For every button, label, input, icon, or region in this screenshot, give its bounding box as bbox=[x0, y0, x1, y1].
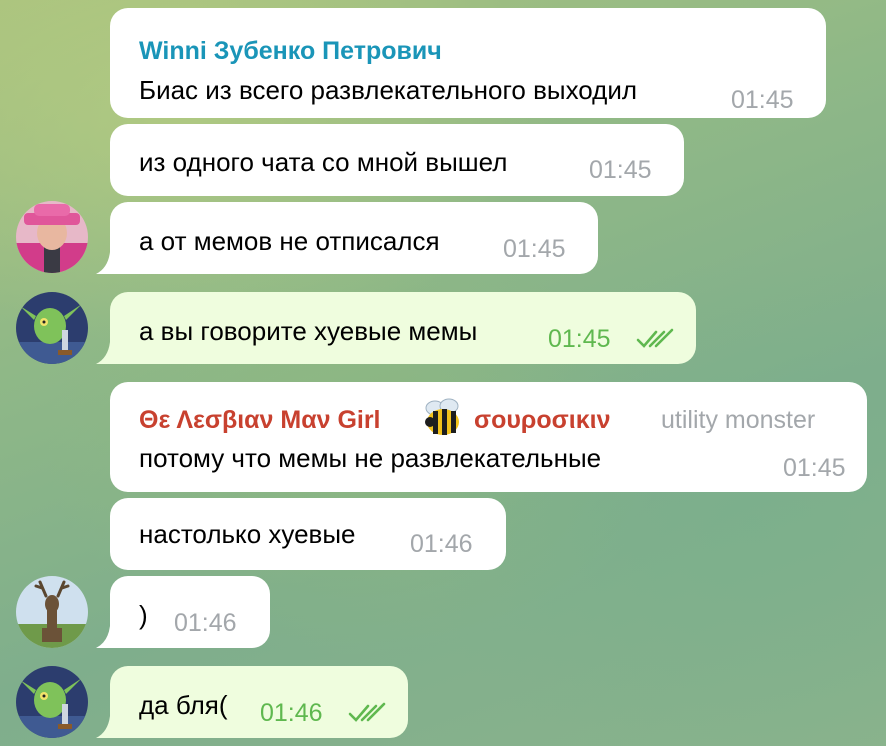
goblin-avatar[interactable] bbox=[16, 666, 88, 738]
double-check-icon bbox=[636, 328, 674, 348]
message-bubble[interactable]: настолько хуевые 01:46 bbox=[110, 498, 506, 570]
pink-hat-icon bbox=[16, 201, 88, 273]
message-bubble[interactable]: ) 01:46 bbox=[110, 576, 270, 648]
message-bubble-outgoing[interactable]: да бля( 01:46 bbox=[110, 666, 408, 738]
pink-hat-avatar[interactable] bbox=[16, 201, 88, 273]
deer-icon bbox=[16, 576, 88, 648]
member-rank: utility monster bbox=[661, 406, 816, 434]
sender-name-part2[interactable]: σουροσικιν bbox=[474, 406, 611, 435]
goblin-icon bbox=[16, 666, 88, 738]
sender-name[interactable]: Winni Зубенко Петрович bbox=[139, 37, 442, 66]
message-time: 01:46 bbox=[174, 609, 237, 637]
message-time: 01:45 bbox=[503, 235, 566, 263]
deer-avatar[interactable] bbox=[16, 576, 88, 648]
bee-emoji-icon bbox=[425, 398, 459, 435]
message-bubble-outgoing[interactable]: а вы говорите хуевые мемы 01:45 bbox=[110, 292, 696, 364]
message-time: 01:46 bbox=[410, 530, 473, 558]
goblin-avatar[interactable] bbox=[16, 292, 88, 364]
message-bubble[interactable]: а от мемов не отписался 01:45 bbox=[110, 202, 598, 274]
message-time: 01:46 bbox=[260, 699, 323, 727]
double-check-icon bbox=[348, 702, 386, 722]
message-text: а вы говорите хуевые мемы bbox=[139, 316, 478, 346]
message-text: настолько хуевые bbox=[139, 519, 356, 549]
message-time: 01:45 bbox=[783, 454, 846, 482]
message-time: 01:45 bbox=[548, 325, 611, 353]
message-text: ) bbox=[139, 600, 148, 630]
message-bubble[interactable]: Winni Зубенко Петрович Биас из всего раз… bbox=[110, 8, 826, 118]
message-bubble[interactable]: из одного чата со мной вышел 01:45 bbox=[110, 124, 684, 196]
message-text: а от мемов не отписался bbox=[139, 226, 440, 256]
goblin-icon bbox=[16, 292, 88, 364]
message-text: из одного чата со мной вышел bbox=[139, 147, 508, 177]
message-time: 01:45 bbox=[731, 86, 794, 114]
message-text: Биас из всего развлекательного выходил bbox=[139, 75, 638, 105]
message-text: да бля( bbox=[139, 690, 228, 720]
message-text: потому что мемы не развлекательные bbox=[139, 443, 602, 473]
message-bubble[interactable]: Θε Λεσβιαν Μαν Girl σουροσικιν utility m… bbox=[110, 382, 867, 492]
sender-name-part1[interactable]: Θε Λεσβιαν Μαν Girl bbox=[139, 406, 381, 435]
message-time: 01:45 bbox=[589, 156, 652, 184]
